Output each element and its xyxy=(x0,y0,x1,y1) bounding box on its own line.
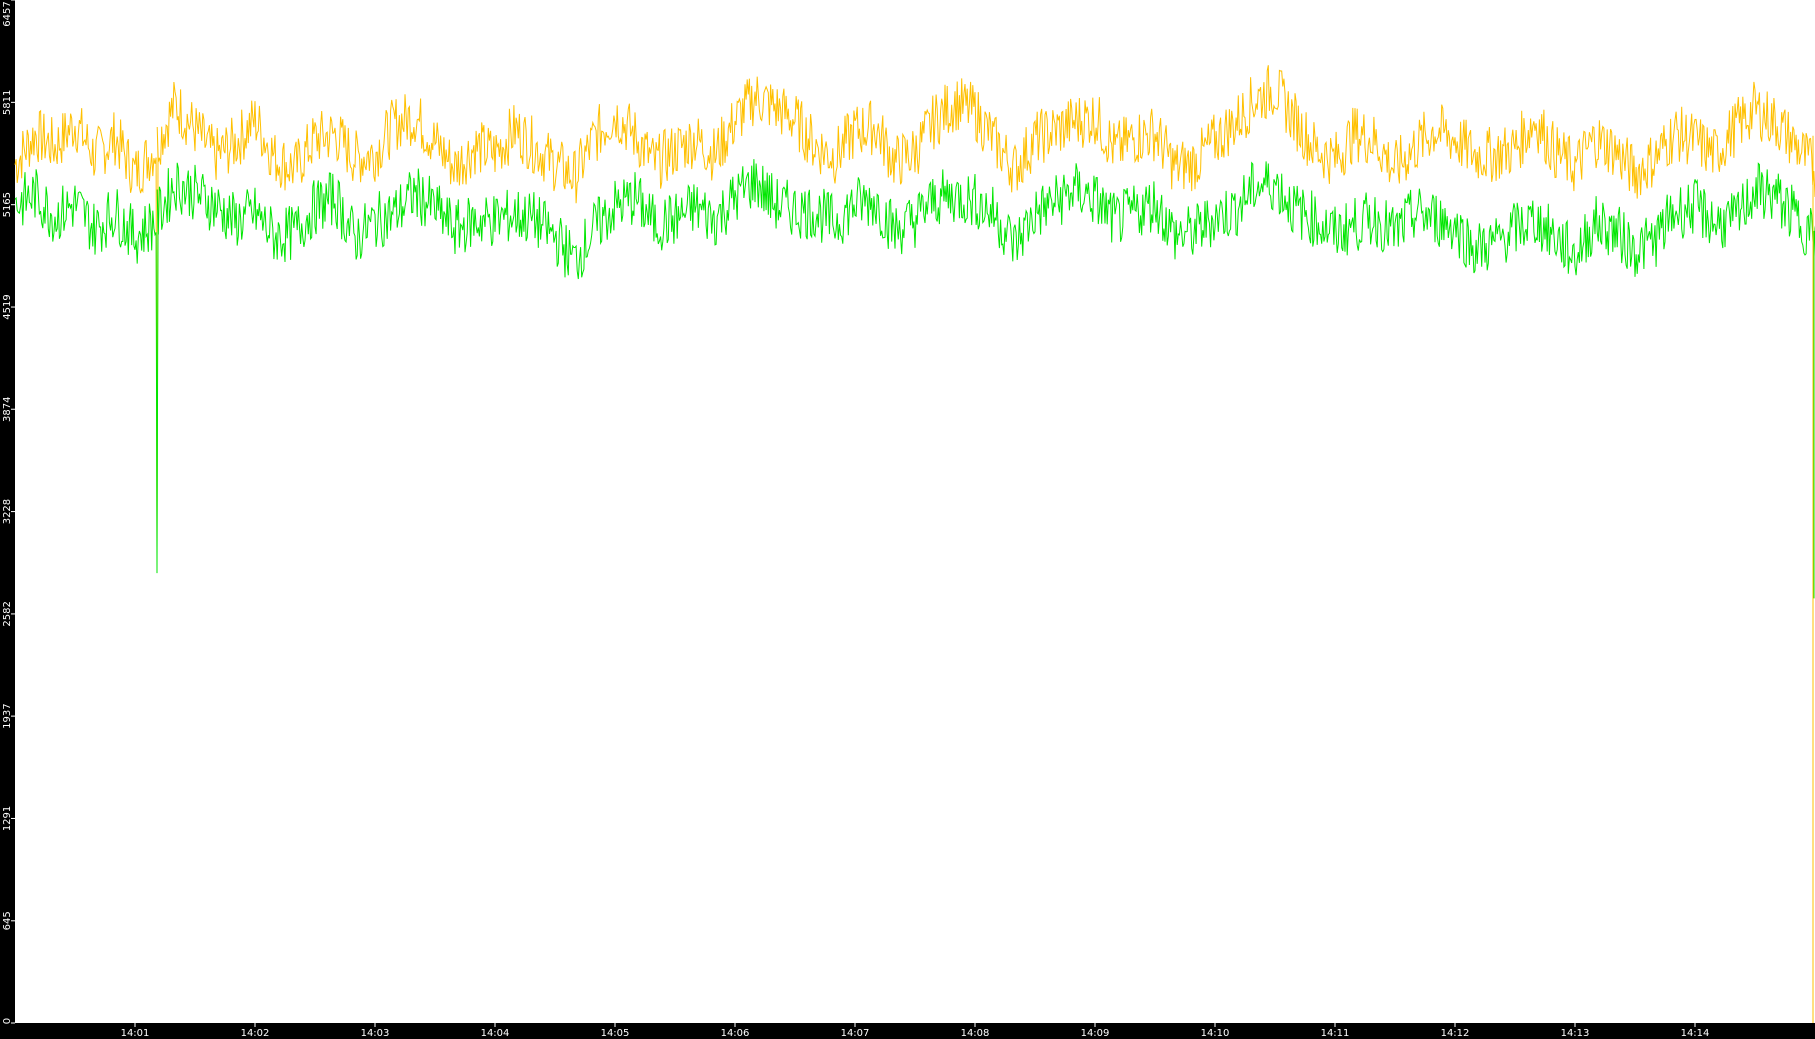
x-tick-label: 14:14 xyxy=(1681,1028,1710,1039)
x-tick-label: 14:03 xyxy=(361,1028,390,1039)
x-tick-label: 14:06 xyxy=(721,1028,750,1039)
y-tick-label: 6457 xyxy=(2,1,13,26)
x-tick-label: 14:09 xyxy=(1081,1028,1110,1039)
y-tick-label: 1937 xyxy=(2,703,13,728)
x-tick-label: 14:11 xyxy=(1321,1028,1350,1039)
y-tick-label: 0 xyxy=(2,1018,13,1024)
y-tick-label: 3228 xyxy=(2,499,13,524)
y-tick-label: 5165 xyxy=(2,192,13,217)
y-tick-label: 4519 xyxy=(2,294,13,319)
y-tick-label: 2582 xyxy=(2,601,13,626)
x-tick-label: 14:05 xyxy=(601,1028,630,1039)
y-tick-label: 645 xyxy=(2,911,13,930)
x-tick-label: 14:10 xyxy=(1201,1028,1230,1039)
x-tick-label: 14:07 xyxy=(841,1028,870,1039)
x-tick-label: 14:13 xyxy=(1561,1028,1590,1039)
x-tick-label: 14:04 xyxy=(481,1028,510,1039)
x-tick-label: 14:02 xyxy=(241,1028,270,1039)
x-tick-label: 14:01 xyxy=(121,1028,150,1039)
y-tick-label: 3874 xyxy=(2,397,13,422)
x-tick-label: 14:08 xyxy=(961,1028,990,1039)
y-tick-label: 1291 xyxy=(2,806,13,831)
line-chart: 0 645 1291 1937 2582 3228 3874 4519 5165 5811 6457… xyxy=(0,0,1815,1039)
y-tick-label: 5811 xyxy=(2,90,13,115)
x-tick-label: 14:12 xyxy=(1441,1028,1470,1039)
